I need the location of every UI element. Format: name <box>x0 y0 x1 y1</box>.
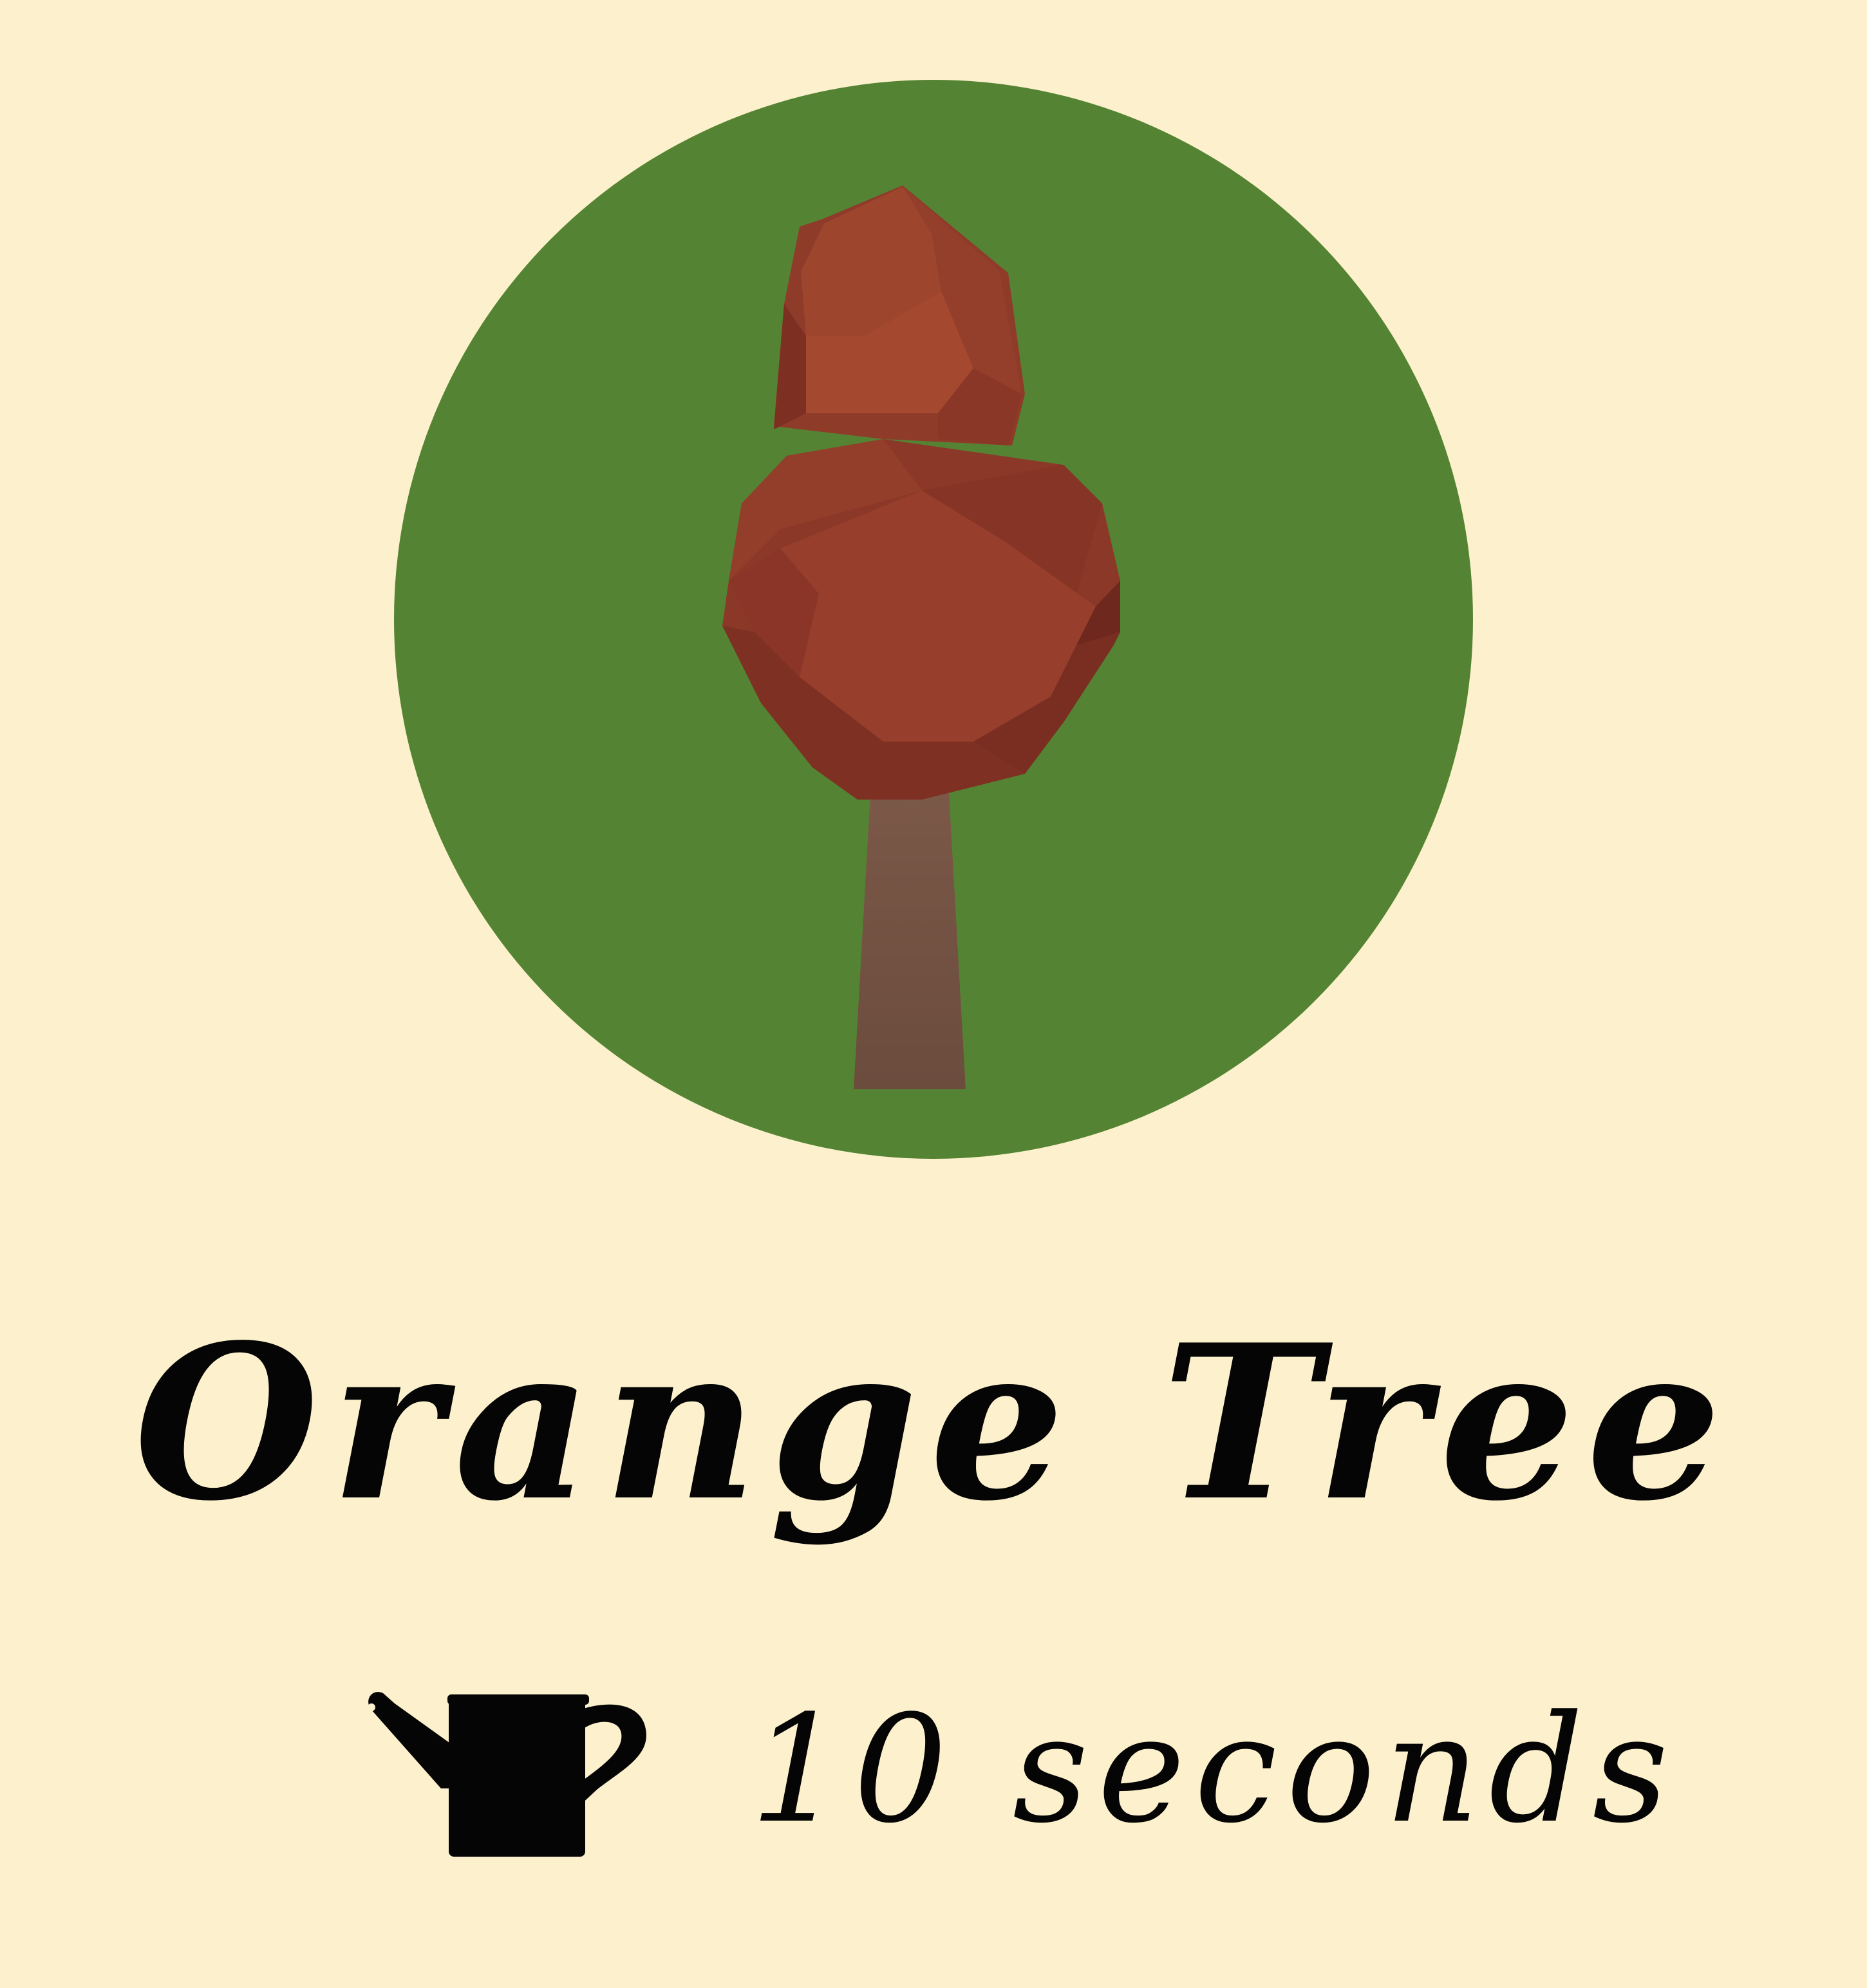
orange-tree-icon <box>394 80 1473 1159</box>
item-card: Orange Tree 10 seconds <box>0 0 1867 1988</box>
tree-trunk <box>854 793 966 1089</box>
watering-info: 10 seconds <box>357 1674 1678 1867</box>
item-name: Orange Tree <box>134 1298 1733 1548</box>
watering-can-icon <box>357 1674 653 1867</box>
watering-time: 10 seconds <box>750 1684 1678 1856</box>
tree-badge <box>394 79 1473 1160</box>
